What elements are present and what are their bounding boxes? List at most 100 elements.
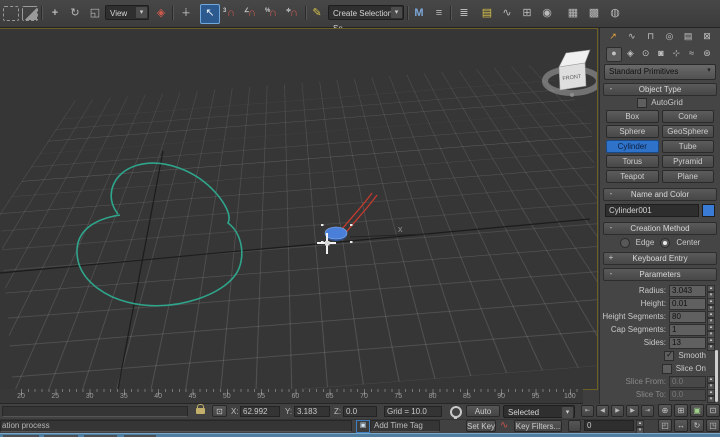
selection-lock-icon[interactable] (196, 408, 205, 414)
mirror-icon[interactable]: M (410, 4, 428, 22)
pan-icon[interactable]: ↔ (674, 419, 688, 432)
red-spline[interactable] (339, 193, 372, 233)
select-and-manipulate-icon[interactable]: ∔ (177, 4, 195, 22)
maximize-viewport-icon[interactable]: ◳ (706, 419, 720, 432)
object-type-button-cone[interactable]: Cone (662, 110, 715, 123)
viewcube[interactable]: FRONT (545, 50, 597, 97)
frame-spinner[interactable]: ▴▾ (636, 420, 644, 432)
spline-shape[interactable] (77, 163, 242, 306)
parameter-value-field[interactable]: 0.0 (669, 376, 706, 388)
align-icon[interactable]: ≡ (430, 4, 448, 22)
viewport-perspective[interactable]: x FRONT (0, 28, 598, 390)
timeline-ruler[interactable]: 20253035404550556065707580859095100 (0, 389, 583, 404)
layer-properties-icon[interactable]: ▤ (478, 4, 496, 22)
parameter-value-field[interactable]: 0.01 (669, 298, 706, 310)
spinner-arrows[interactable]: ▴▾ (707, 324, 715, 336)
tab-create-icon[interactable]: ↗ (606, 30, 620, 43)
new-key-curve-icon[interactable]: ∿ (500, 420, 508, 431)
play-button[interactable]: ▶ (611, 405, 624, 417)
tab-hierarchy-icon[interactable]: ⊓ (644, 30, 658, 43)
window-crossing-icon[interactable] (22, 6, 38, 21)
object-name-field[interactable]: Cylinder001 (605, 204, 699, 217)
zoom-icon[interactable]: ⊕ (658, 404, 672, 417)
object-type-button-teapot[interactable]: Teapot (606, 170, 659, 183)
rollout-collapse-icon[interactable]: - (607, 270, 615, 278)
rendered-frame-window-icon[interactable]: ▩ (585, 4, 603, 22)
select-object-icon[interactable]: ↖ (200, 4, 220, 24)
category-systems-icon[interactable]: ⊛ (700, 47, 714, 60)
select-and-scale-icon[interactable]: ◱ (86, 4, 104, 22)
parameter-value-field[interactable]: 13 (669, 337, 706, 349)
go-to-start-button[interactable]: ⇤ (581, 405, 594, 417)
chevron-down-icon[interactable]: ▾ (562, 407, 573, 418)
slice-on-checkbox[interactable] (662, 364, 672, 374)
curve-editor-icon[interactable]: ∿ (498, 4, 516, 22)
object-color-swatch[interactable] (702, 204, 715, 217)
add-time-tag-label[interactable]: Add Time Tag (374, 421, 423, 430)
rollout-object-type[interactable]: - Object Type (603, 83, 717, 96)
z-coordinate-field[interactable]: 0.0 (343, 406, 377, 417)
time-tag-icon[interactable]: ▣ (356, 420, 370, 433)
panel-scrollbar[interactable] (715, 350, 718, 402)
render-setup-icon[interactable]: ▦ (564, 4, 582, 22)
object-type-button-pyramid[interactable]: Pyramid (662, 155, 715, 168)
object-type-button-plane[interactable]: Plane (662, 170, 715, 183)
chevron-down-icon[interactable]: ▾ (391, 7, 402, 18)
object-type-button-box[interactable]: Box (606, 110, 659, 123)
key-filter-dropdown[interactable]: Selected ▾ (503, 405, 575, 418)
named-selection-set-dropdown[interactable]: Create Selection Se ▾ (328, 5, 404, 20)
edge-radio[interactable] (620, 238, 630, 248)
go-to-end-button[interactable]: ⇥ (641, 405, 654, 417)
category-spacewarps-icon[interactable]: ≈ (685, 47, 699, 60)
smooth-checkbox[interactable]: ✓ (664, 351, 674, 361)
rollout-keyboard-entry[interactable]: + Keyboard Entry (603, 252, 717, 265)
object-type-button-sphere[interactable]: Sphere (606, 125, 659, 138)
absolute-mode-toggle-icon[interactable]: ⊡ (212, 405, 227, 417)
category-cameras-icon[interactable]: ◙ (654, 47, 668, 60)
spinner-arrows[interactable]: ▴▾ (707, 285, 715, 297)
rollout-collapse-icon[interactable]: - (607, 224, 615, 232)
primitive-category-dropdown[interactable]: Standard Primitives ▾ (604, 64, 716, 80)
tab-utilities-icon[interactable]: ⊠ (700, 30, 714, 43)
key-filters-button[interactable]: Key Filters... (514, 420, 562, 432)
chevron-down-icon[interactable]: ▾ (704, 66, 714, 76)
parameter-value-field[interactable]: 0.0 (669, 389, 706, 401)
x-coordinate-field[interactable]: 62.992 (240, 406, 280, 417)
rollout-name-and-color[interactable]: - Name and Color (603, 188, 717, 201)
angle-snap-icon[interactable]: ∠∩ (243, 4, 261, 22)
cylinder-object[interactable] (325, 227, 347, 239)
parameter-value-field[interactable]: 80 (669, 311, 706, 323)
schematic-view-icon[interactable]: ⊞ (518, 4, 536, 22)
spinner-arrows[interactable]: ▴▾ (707, 337, 715, 349)
orbit-icon[interactable]: ↻ (690, 419, 704, 432)
move-gizmo-center[interactable] (325, 241, 330, 246)
category-geometry-icon[interactable]: ● (606, 47, 622, 62)
rollout-creation-method[interactable]: - Creation Method (603, 222, 717, 235)
select-and-rotate-icon[interactable]: ↻ (66, 4, 84, 22)
rectangular-selection-region-icon[interactable] (3, 6, 19, 21)
category-helpers-icon[interactable]: ⊹ (669, 47, 683, 60)
tab-motion-icon[interactable]: ◎ (662, 30, 676, 43)
rollout-expand-icon[interactable]: + (607, 254, 615, 262)
object-type-button-cylinder[interactable]: Cylinder (606, 140, 659, 153)
red-spline[interactable] (344, 195, 377, 235)
rollout-collapse-icon[interactable]: - (607, 190, 615, 198)
category-lights-icon[interactable]: ⊙ (639, 47, 653, 60)
set-key-button[interactable]: Set Key (466, 420, 496, 432)
snap-toggle-3d-icon[interactable]: 3∩ (222, 4, 240, 22)
rollout-parameters[interactable]: - Parameters (603, 268, 717, 281)
layer-manager-icon[interactable]: ≣ (455, 4, 473, 22)
zoom-region-icon[interactable]: ◰ (658, 419, 672, 432)
render-production-icon[interactable]: ◍ (606, 4, 624, 22)
object-type-button-torus[interactable]: Torus (606, 155, 659, 168)
y-coordinate-field[interactable]: 3.183 (294, 406, 330, 417)
spinner-arrows[interactable]: ▴▾ (707, 298, 715, 310)
reference-coordinate-dropdown[interactable]: View ▾ (105, 5, 149, 20)
percent-snap-icon[interactable]: %∩ (264, 4, 282, 22)
use-pivot-center-icon[interactable]: ◈ (152, 4, 170, 22)
tab-display-icon[interactable]: ▤ (681, 30, 695, 43)
object-type-button-tube[interactable]: Tube (662, 140, 715, 153)
previous-frame-button[interactable]: ◀ (596, 405, 609, 417)
viewcube-home-dot[interactable] (570, 93, 574, 97)
zoom-extents-icon[interactable]: ▣ (690, 404, 704, 417)
